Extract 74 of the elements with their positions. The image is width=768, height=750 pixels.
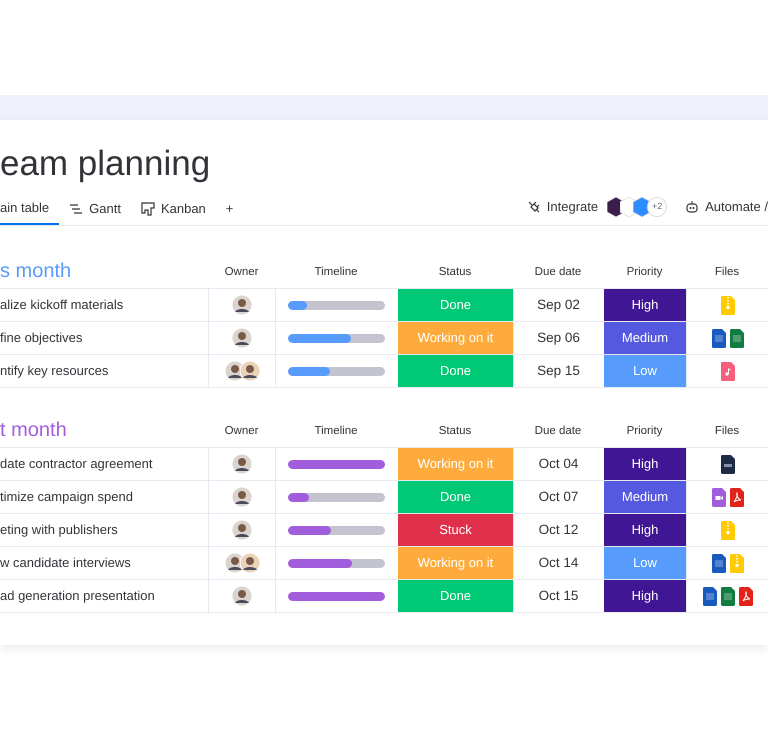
timeline-bar[interactable] <box>288 592 385 600</box>
excel-file-icon[interactable] <box>730 328 744 348</box>
priority-label[interactable]: Medium <box>603 322 686 355</box>
image-file-icon[interactable] <box>720 454 734 474</box>
owner-cell[interactable] <box>208 355 275 388</box>
owner-cell[interactable] <box>208 547 275 580</box>
column-header: Status <box>438 424 472 439</box>
word-file-icon[interactable] <box>712 554 726 572</box>
view-tab[interactable]: + <box>216 192 244 225</box>
word-file-icon[interactable] <box>712 328 726 348</box>
view-tab[interactable]: ain table <box>0 192 60 225</box>
excel-file-icon[interactable] <box>720 586 734 606</box>
priority-label[interactable]: High <box>603 448 686 481</box>
view-tab[interactable]: Gantt <box>59 192 131 225</box>
avatar <box>232 454 252 474</box>
task-name[interactable]: w candidate interviews <box>0 547 208 580</box>
kanban-icon <box>140 202 155 216</box>
column-header: Owner <box>224 424 260 439</box>
task-name[interactable]: ad generation presentation <box>0 580 208 613</box>
robot-icon <box>685 201 700 213</box>
owner-cell[interactable] <box>208 514 275 547</box>
pdf-file-icon[interactable] <box>730 488 744 506</box>
avatar <box>240 553 260 573</box>
priority-label[interactable]: High <box>603 289 686 322</box>
timeline-bar[interactable] <box>288 526 385 534</box>
owner-cell[interactable] <box>208 448 275 481</box>
status-label[interactable]: Stuck <box>397 514 513 547</box>
column-header: Due date <box>534 424 582 439</box>
integrate-button[interactable]: Integrate <box>516 197 608 217</box>
priority-label[interactable]: Medium <box>603 481 686 514</box>
audio-file-icon[interactable] <box>720 362 734 380</box>
column-header: Due date <box>534 264 582 280</box>
plug-icon <box>526 200 541 214</box>
column-header: Status <box>438 264 472 280</box>
avatar <box>232 520 252 540</box>
priority-label[interactable]: High <box>603 514 686 547</box>
column-header: Timeline <box>313 264 359 280</box>
more-apps-badge[interactable]: +2 <box>647 197 668 217</box>
column-header: Files <box>714 264 740 280</box>
avatar <box>232 328 252 348</box>
owner-cell[interactable] <box>208 322 275 355</box>
column-header: Files <box>714 424 740 439</box>
priority-label[interactable]: High <box>603 580 686 613</box>
word-file-icon[interactable] <box>702 586 716 606</box>
group-title[interactable]: t month <box>0 420 208 440</box>
timeline-bar[interactable] <box>288 300 385 310</box>
task-name[interactable]: eting with publishers <box>0 514 208 547</box>
column-header: Priority <box>626 424 664 439</box>
column-header: Owner <box>224 264 260 280</box>
owner-cell[interactable] <box>208 289 275 322</box>
timeline-bar[interactable] <box>288 366 385 376</box>
video-file-icon[interactable] <box>712 488 726 506</box>
view-tab[interactable]: Kanban <box>130 192 216 225</box>
board-title: eam planning <box>0 143 212 185</box>
gantt-icon <box>69 202 84 214</box>
avatar <box>240 361 260 381</box>
pdf-file-icon[interactable] <box>738 586 752 606</box>
timeline-bar[interactable] <box>288 334 385 342</box>
timeline-bar[interactable] <box>288 558 385 568</box>
avatar <box>232 295 252 315</box>
task-name[interactable]: fine objectives <box>0 322 208 355</box>
timeline-bar[interactable] <box>288 460 385 468</box>
column-header: Timeline <box>313 424 359 439</box>
column-header: Priority <box>626 264 664 280</box>
task-name[interactable]: ntify key resources <box>0 355 208 388</box>
avatar <box>232 586 252 606</box>
timeline-bar[interactable] <box>288 492 385 502</box>
owner-cell[interactable] <box>208 580 275 613</box>
avatar <box>232 487 252 507</box>
task-name[interactable]: date contractor agreement <box>0 448 208 481</box>
owner-cell[interactable] <box>208 481 275 514</box>
automate-button[interactable]: Automate / <box>675 197 768 217</box>
task-name[interactable]: alize kickoff materials <box>0 289 208 322</box>
task-name[interactable]: timize campaign spend <box>0 481 208 514</box>
